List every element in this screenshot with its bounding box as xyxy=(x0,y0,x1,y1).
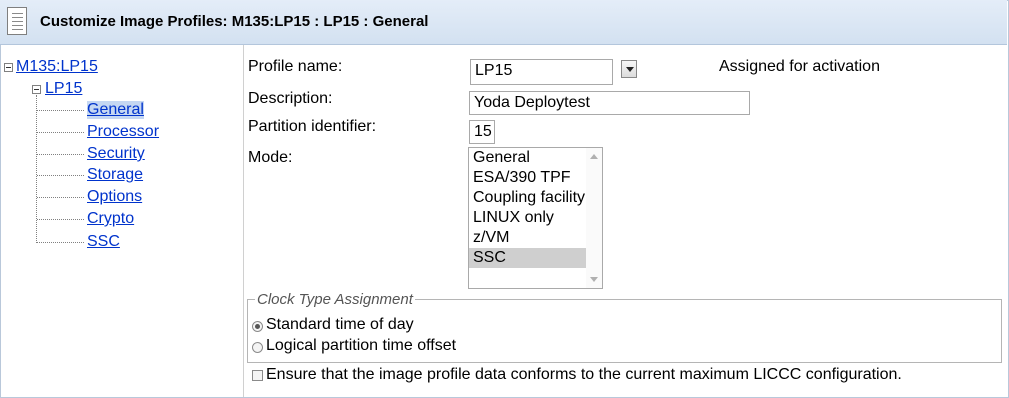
description-label: Description: xyxy=(248,90,333,107)
tree-item-lp15[interactable]: LP15 xyxy=(45,80,82,98)
mode-option-selected[interactable]: SSC xyxy=(469,248,602,268)
collapse-icon[interactable] xyxy=(4,63,13,72)
mode-option[interactable]: z/VM xyxy=(469,228,602,248)
chevron-down-icon[interactable] xyxy=(621,60,637,78)
tree-item-processor[interactable]: Processor xyxy=(87,123,159,141)
partition-offset-radio[interactable] xyxy=(252,342,263,353)
tree-item-ssc[interactable]: SSC xyxy=(87,233,120,251)
scroll-down-icon[interactable] xyxy=(590,277,598,282)
mode-scrollbar[interactable] xyxy=(586,148,602,288)
partition-identifier-label: Partition identifier: xyxy=(248,118,377,135)
collapse-icon[interactable] xyxy=(32,85,41,94)
tree-item-crypto[interactable]: Crypto xyxy=(87,210,134,228)
window-title: Customize Image Profiles: M135:LP15 : LP… xyxy=(40,13,429,30)
description-field[interactable]: Yoda Deploytest xyxy=(469,91,750,115)
profile-name-label: Profile name: xyxy=(248,58,343,75)
mode-option[interactable]: General xyxy=(469,148,602,168)
tree-item-storage[interactable]: Storage xyxy=(87,166,143,184)
document-list-icon xyxy=(7,7,27,35)
tree-item-general[interactable]: General xyxy=(87,101,144,119)
tree-item-options[interactable]: Options xyxy=(87,188,142,206)
standard-time-label: Standard time of day xyxy=(266,316,414,333)
profile-name-select[interactable]: LP15 xyxy=(470,59,613,85)
mode-label: Mode: xyxy=(248,149,293,166)
clock-type-legend: Clock Type Assignment xyxy=(255,291,415,308)
standard-time-radio[interactable] xyxy=(252,321,263,332)
licc-checkbox[interactable] xyxy=(252,370,263,381)
tree-root-m135-lp15[interactable]: M135:LP15 xyxy=(16,58,98,76)
assigned-status: Assigned for activation xyxy=(719,58,880,75)
licc-label: Ensure that the image profile data confo… xyxy=(266,366,902,383)
mode-option[interactable]: ESA/390 TPF xyxy=(469,168,602,188)
mode-option[interactable]: Coupling facility xyxy=(469,188,602,208)
partition-offset-label: Logical partition time offset xyxy=(266,337,457,354)
title-bar: Customize Image Profiles: M135:LP15 : LP… xyxy=(0,0,1007,45)
mode-option[interactable]: LINUX only xyxy=(469,208,602,228)
tree-item-security[interactable]: Security xyxy=(87,145,145,163)
scroll-up-icon[interactable] xyxy=(590,154,598,159)
mode-listbox[interactable]: General ESA/390 TPF Coupling facility LI… xyxy=(468,147,603,289)
partition-identifier-field[interactable]: 15 xyxy=(469,120,495,144)
